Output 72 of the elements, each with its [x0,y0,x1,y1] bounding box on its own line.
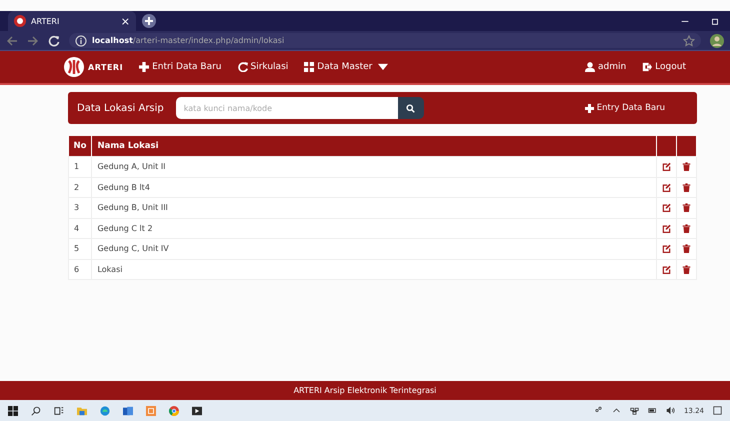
panel-title: Data Lokasi Arsip [77,102,164,114]
user-icon [584,62,595,72]
trash-icon[interactable] [682,203,691,212]
search-button[interactable] [398,97,424,119]
media-icon[interactable] [192,406,202,416]
table-cell: Gedung B lt4 [92,177,656,198]
star-icon[interactable] [683,34,695,46]
logo-text: ARTERI [88,62,124,72]
close-icon[interactable]: × [120,14,130,28]
edit-icon[interactable] [662,244,671,254]
edit-icon[interactable] [662,224,671,233]
nav-link[interactable]: Sirkulasi [238,62,288,72]
table-cell: 3 [68,198,92,218]
sync-icon [238,62,248,72]
chevron-up-icon[interactable] [612,406,621,415]
column-header: Nama Lokasi [92,136,656,156]
task-view-icon[interactable] [54,406,64,416]
plus-icon [584,104,594,112]
nav-link[interactable]: Logout [642,62,686,72]
trash-icon[interactable] [682,244,691,254]
logo-icon [14,15,26,27]
table-cell: 5 [68,238,92,259]
table-cell: 1 [68,156,92,177]
trash-icon[interactable] [682,162,691,172]
logo-icon[interactable] [64,57,84,77]
nav-link[interactable]: Entri Data Baru [139,62,222,72]
search-field[interactable]: kata kunci nama/kode [176,97,398,119]
table-cell: Lokasi [92,259,656,280]
entry-button[interactable]: Entry Data Baru [584,103,665,113]
windows-start-icon[interactable] [8,406,18,416]
table-cell: Gedung C, Unit IV [92,238,656,259]
edit-icon[interactable] [662,264,671,274]
new-tab-icon[interactable] [142,14,156,28]
notification-icon[interactable] [713,406,722,415]
edit-icon[interactable] [662,203,671,212]
folder-icon[interactable] [77,406,87,416]
table-cell: Gedung C lt 2 [92,218,656,238]
back-icon[interactable] [6,34,18,46]
volume-icon[interactable] [666,406,675,415]
reload-icon[interactable] [48,34,60,46]
search-icon [406,104,416,112]
edit-icon[interactable] [662,162,671,172]
table-cell: 2 [68,177,92,198]
edit-icon[interactable] [662,182,671,192]
search-icon[interactable] [31,406,41,416]
table-cell: Gedung B, Unit III [92,198,656,218]
network-icon[interactable] [630,406,639,415]
trash-icon[interactable] [682,224,691,233]
forward-icon[interactable] [27,34,39,46]
nav-link[interactable]: admin [584,62,626,72]
profile-avatar-icon[interactable] [710,34,724,48]
trash-icon[interactable] [682,182,691,192]
plus-icon [139,62,150,72]
table-cell: 6 [68,259,92,280]
grid-icon [304,62,314,72]
trash-icon[interactable] [682,264,691,274]
tab-title: ARTERI [31,16,60,26]
address-bar[interactable]: localhost/arteri-master/index.php/admin/lokasi [69,33,701,48]
nav-link[interactable]: Data Master [304,62,388,72]
restore-icon[interactable] [710,16,720,26]
chrome-icon[interactable] [169,406,179,416]
column-header: No [68,136,92,156]
info-icon [75,34,87,46]
logout-icon [642,62,652,72]
browser-tab[interactable]: ARTERI × [8,11,136,31]
document-icon[interactable] [123,406,133,416]
browser-icon[interactable] [100,406,110,416]
battery-icon[interactable] [648,406,657,415]
footer-text: ARTERI Arsip Elektronik Terintegrasi [294,386,436,395]
table-cell: 4 [68,218,92,238]
table-cell: Gedung A, Unit II [92,156,656,177]
url-text: localhost/arteri-master/index.php/admin/lokasi [92,36,284,45]
